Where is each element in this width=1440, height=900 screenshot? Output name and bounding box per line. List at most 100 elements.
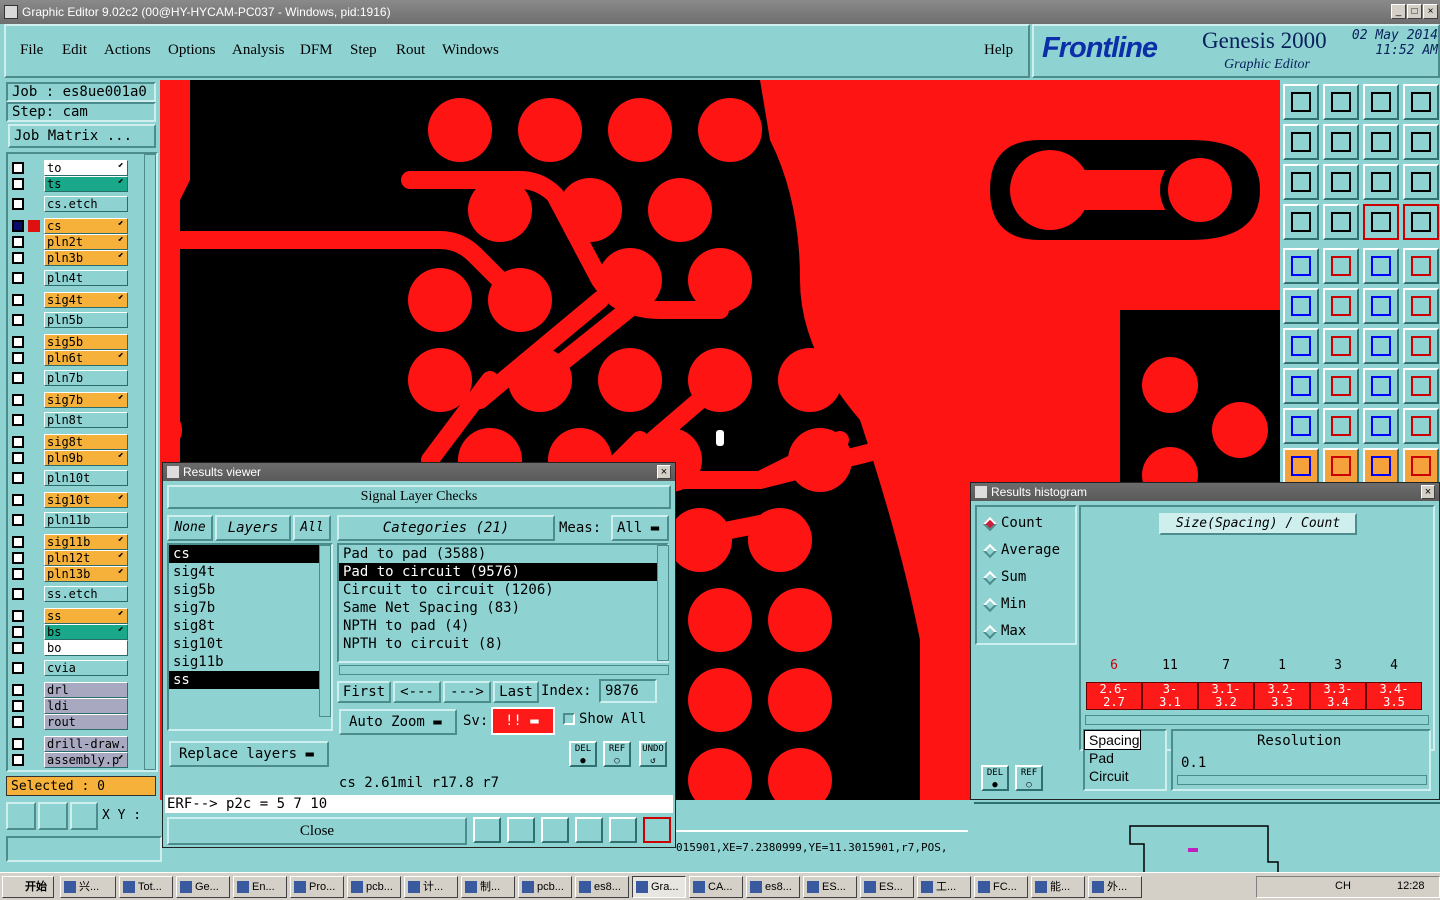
layer-checkbox[interactable] xyxy=(12,684,24,696)
triangle-a-icon[interactable] xyxy=(1283,408,1319,444)
taskbar-item[interactable]: Tot... xyxy=(119,876,173,898)
layer-checkbox[interactable] xyxy=(12,314,24,326)
close-icon[interactable]: × xyxy=(1421,485,1435,499)
histogram-bin[interactable]: 3- 3.1 xyxy=(1142,682,1198,710)
layer-row-pln10t[interactable]: pln10t xyxy=(12,470,130,486)
layer-name[interactable]: bo xyxy=(44,640,128,656)
close-button[interactable]: Close xyxy=(167,817,467,845)
layer-name[interactable]: drill-draw. xyxy=(44,736,128,752)
layer-name[interactable]: cs.etch xyxy=(44,196,128,212)
taskbar-item[interactable]: Pro... xyxy=(290,876,344,898)
show-all-checkbox[interactable] xyxy=(563,713,575,725)
taskbar-item[interactable]: 制... xyxy=(461,876,515,898)
layer-checkbox[interactable] xyxy=(12,626,24,638)
layer-name[interactable]: pln9b xyxy=(44,450,128,466)
taskbar-item[interactable]: pcb... xyxy=(347,876,401,898)
layer-checkbox[interactable] xyxy=(12,642,24,654)
layer-row-pln7b[interactable]: pln7b xyxy=(12,370,130,386)
taskbar-item[interactable]: ES... xyxy=(860,876,914,898)
layer-row-ldi[interactable]: ldi xyxy=(12,698,130,714)
next-button[interactable]: ---> xyxy=(443,681,491,703)
layer-row-cs[interactable]: cs ⬋ xyxy=(12,218,130,234)
layer-checkbox[interactable] xyxy=(12,372,24,384)
layer-row-drl[interactable]: drl xyxy=(12,682,130,698)
layer-checkbox[interactable] xyxy=(12,472,24,484)
view-house-icon[interactable] xyxy=(1363,84,1399,120)
layer-name[interactable]: rout xyxy=(44,714,128,730)
category-item[interactable]: Circuit to circuit (1206) xyxy=(339,581,667,599)
layer-row-pln6t[interactable]: pln6t ⬋ xyxy=(12,350,130,366)
category-item[interactable]: Pad to circuit (9576) xyxy=(339,563,667,581)
histogram-hscrollbar[interactable] xyxy=(1085,715,1429,725)
home-layout-icon[interactable] xyxy=(1323,84,1359,120)
tool-button-1[interactable] xyxy=(6,802,36,830)
taskbar-item[interactable]: CA... xyxy=(689,876,743,898)
layer-row-pln2t[interactable]: pln2t ⬋ xyxy=(12,234,130,250)
triangle-d-icon[interactable] xyxy=(1403,408,1439,444)
move-left-icon[interactable] xyxy=(1283,124,1319,160)
undo-button[interactable]: UNDO ↺ xyxy=(639,741,667,767)
result-layer-item[interactable]: sig10t xyxy=(169,635,331,653)
layer-name[interactable]: sig8t xyxy=(44,434,128,450)
taskbar-item[interactable]: ES... xyxy=(803,876,857,898)
layer-checkbox[interactable] xyxy=(12,610,24,622)
layer-row-csetch[interactable]: cs.etch xyxy=(12,196,130,212)
ref-disable-icon[interactable] xyxy=(541,817,569,843)
layer-row-pln11b[interactable]: pln11b xyxy=(12,512,130,528)
measure-tool-icon[interactable] xyxy=(1403,448,1439,484)
histogram-tool-icon[interactable] xyxy=(473,817,501,843)
layer-checkbox[interactable] xyxy=(12,662,24,674)
categories-button[interactable]: Categories (21) xyxy=(337,515,555,541)
layer-row-sig7b[interactable]: sig7b ⬋ xyxy=(12,392,130,408)
close-icon[interactable]: × xyxy=(657,465,671,479)
pad-origin-icon[interactable] xyxy=(1283,368,1319,404)
measure-icon[interactable] xyxy=(1363,368,1399,404)
layer-checkbox[interactable] xyxy=(12,514,24,526)
layer-name[interactable]: pln7b xyxy=(44,370,128,386)
taskbar-item[interactable]: 外... xyxy=(1088,876,1142,898)
layer-row-sig11b[interactable]: sig11b ⬋ xyxy=(12,534,130,550)
triangle-b-icon[interactable] xyxy=(1323,408,1359,444)
start-button[interactable]: 开始 xyxy=(2,876,54,898)
one-to-one-icon[interactable] xyxy=(1363,164,1399,200)
index-input[interactable]: 9876 xyxy=(599,679,657,703)
none-button[interactable]: None xyxy=(167,515,213,541)
menu-edit[interactable]: Edit xyxy=(62,42,87,59)
notes-icon[interactable] xyxy=(609,817,637,843)
layer-name[interactable]: pln6t xyxy=(44,350,128,366)
ruler-icon[interactable] xyxy=(1363,248,1399,284)
layer-row-ssetch[interactable]: ss.etch xyxy=(12,586,130,602)
close-window-button[interactable]: × xyxy=(1423,4,1438,19)
layer-checkbox[interactable] xyxy=(12,452,24,464)
menu-file[interactable]: File xyxy=(20,42,43,59)
auto-zoom-dropdown[interactable]: Auto Zoom ▬ xyxy=(339,709,457,735)
layer-name[interactable]: cs xyxy=(44,218,128,234)
menu-options[interactable]: Options xyxy=(168,42,216,59)
layer-name[interactable]: sig10t xyxy=(44,492,128,508)
pad-tool-icon[interactable] xyxy=(1283,248,1319,284)
mode-radio-max[interactable]: Max xyxy=(982,623,1026,640)
menu-analysis[interactable]: Analysis xyxy=(232,42,285,59)
hist-del-button[interactable]: DEL ● xyxy=(981,765,1009,791)
layer-checkbox[interactable] xyxy=(12,352,24,364)
layer-checkbox[interactable] xyxy=(12,552,24,564)
filter-icon[interactable] xyxy=(1283,204,1319,240)
replace-layers-dropdown[interactable]: Replace layers ▬ xyxy=(169,741,329,767)
histogram-bin[interactable]: 3.2- 3.3 xyxy=(1254,682,1310,710)
chart-title[interactable]: Size(Spacing) / Count xyxy=(1159,513,1357,535)
layer-name[interactable]: ss xyxy=(44,608,128,624)
move-right-icon[interactable] xyxy=(1323,124,1359,160)
type-item-spacing[interactable]: Spacing xyxy=(1084,730,1141,750)
triangle-c-icon[interactable] xyxy=(1363,408,1399,444)
category-item[interactable]: NPTH to pad (4) xyxy=(339,617,667,635)
layer-row-pln3b[interactable]: pln3b ⬋ xyxy=(12,250,130,266)
grid-toggle-icon[interactable] xyxy=(1323,204,1359,240)
type-item-pad[interactable]: Pad xyxy=(1085,749,1165,767)
layer-checkbox[interactable] xyxy=(12,414,24,426)
layer-checkbox[interactable] xyxy=(12,394,24,406)
mode-radio-average[interactable]: Average xyxy=(982,542,1060,559)
layer-name[interactable]: pln4t xyxy=(44,270,128,286)
prev-button[interactable]: <--- xyxy=(393,681,441,703)
layout-panel-icon[interactable] xyxy=(1403,84,1439,120)
layer-name[interactable]: pln10t xyxy=(44,470,128,486)
